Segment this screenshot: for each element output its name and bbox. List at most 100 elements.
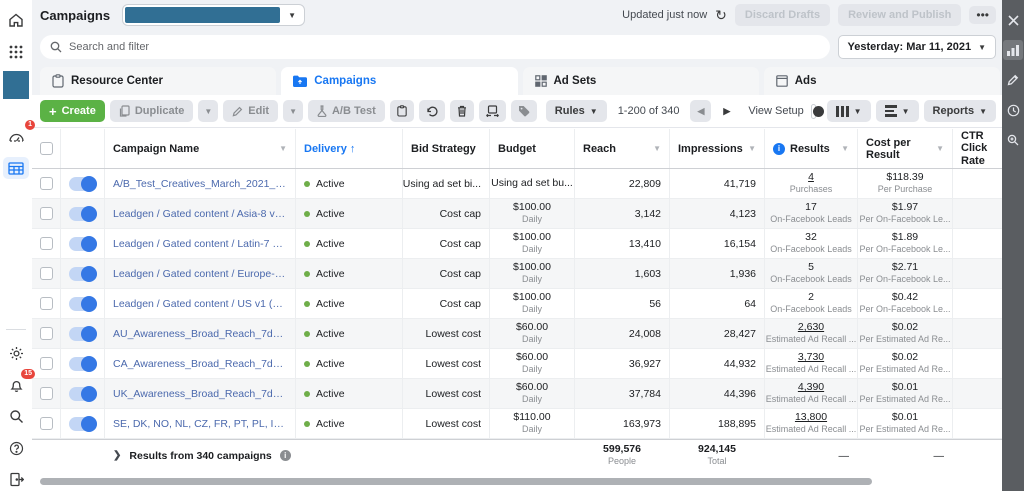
- zoom-search-icon[interactable]: [1003, 130, 1023, 150]
- edit-pencil-icon[interactable]: [1003, 70, 1023, 90]
- view-setup-toggle[interactable]: [810, 103, 824, 119]
- results-value[interactable]: 4,390: [798, 381, 824, 394]
- campaign-toggle[interactable]: [69, 325, 97, 342]
- reach-cell: 163,973: [574, 409, 669, 438]
- tab-ads[interactable]: Ads: [763, 67, 1000, 95]
- account-avatar[interactable]: [3, 71, 29, 100]
- delivery-cell: Active: [295, 289, 402, 318]
- home-icon[interactable]: [3, 9, 29, 32]
- campaign-name-link[interactable]: SE, DK, NO, NL, CZ, FR, PT, PL, IT_Aware…: [113, 418, 287, 430]
- campaign-name-link[interactable]: A/B_Test_Creatives_March_2021_US_Broad_.…: [113, 178, 287, 190]
- help-icon[interactable]: [3, 437, 29, 460]
- tab-ad-sets[interactable]: Ad Sets: [522, 67, 759, 95]
- col-results[interactable]: i Results ▼: [764, 129, 857, 168]
- row-checkbox[interactable]: [39, 327, 53, 340]
- apps-grid-icon[interactable]: [3, 41, 29, 64]
- create-button[interactable]: + Create: [40, 100, 105, 122]
- prev-page-button[interactable]: ◀: [690, 100, 712, 122]
- row-checkbox[interactable]: [39, 177, 53, 190]
- bid-strategy-cell: Cost cap: [402, 229, 489, 258]
- discard-drafts-button[interactable]: Discard Drafts: [734, 4, 831, 26]
- export-button[interactable]: [478, 100, 506, 122]
- next-page-button[interactable]: ▶: [716, 100, 738, 122]
- campaign-toggle[interactable]: [69, 355, 97, 372]
- rules-button[interactable]: Rules ▼: [545, 100, 607, 122]
- clipboard-button[interactable]: [389, 100, 414, 122]
- campaign-toggle[interactable]: [69, 295, 97, 312]
- date-range-picker[interactable]: Yesterday: Mar 11, 2021 ▼: [837, 35, 996, 59]
- ads-reporting-gauge-icon[interactable]: 1: [3, 120, 35, 148]
- ab-test-button[interactable]: A/B Test: [307, 100, 385, 122]
- row-checkbox[interactable]: [39, 237, 53, 250]
- horizontal-scrollbar-thumb[interactable]: [40, 478, 872, 485]
- campaign-name-link[interactable]: Leadgen / Gated content / Asia-8 v1 (AL): [113, 208, 287, 220]
- results-value[interactable]: 2,630: [798, 321, 824, 334]
- duplicate-menu-button[interactable]: ▼: [198, 100, 219, 122]
- active-status-dot: [304, 300, 310, 307]
- campaign-name-link[interactable]: UK_Awareness_Broad_Reach_7days: [113, 388, 287, 400]
- history-clock-icon[interactable]: [1003, 100, 1023, 120]
- logout-door-icon[interactable]: [3, 468, 29, 491]
- row-checkbox[interactable]: [39, 357, 53, 370]
- row-checkbox[interactable]: [39, 267, 53, 280]
- reach-cell: 1,603: [574, 259, 669, 288]
- row-checkbox[interactable]: [39, 417, 53, 430]
- tab-campaigns[interactable]: Campaigns: [281, 67, 518, 95]
- campaign-toggle[interactable]: [69, 175, 97, 192]
- delivery-cell: Active: [295, 319, 402, 348]
- undo-button[interactable]: [418, 100, 445, 122]
- search-rail-icon[interactable]: [3, 405, 29, 428]
- campaign-toggle[interactable]: [69, 385, 97, 402]
- col-impressions[interactable]: Impressions ▼: [669, 129, 764, 168]
- results-value[interactable]: 13,800: [795, 411, 827, 424]
- tag-button[interactable]: [510, 100, 537, 122]
- results-summary[interactable]: ❯ Results from 340 campaigns i: [104, 440, 402, 471]
- campaign-name-link[interactable]: AU_Awareness_Broad_Reach_7days: [113, 328, 287, 340]
- reports-button[interactable]: Reports ▼: [923, 100, 996, 122]
- close-icon[interactable]: [1003, 10, 1023, 30]
- campaign-toggle[interactable]: [69, 415, 97, 432]
- performance-chart-icon[interactable]: [1003, 40, 1023, 60]
- search-bar[interactable]: [40, 35, 830, 59]
- breakdown-button[interactable]: ▼: [875, 100, 919, 122]
- campaign-name-link[interactable]: Leadgen / Gated content / US v1 (AL): [113, 298, 287, 310]
- campaign-toggle[interactable]: [69, 205, 97, 222]
- campaign-toggle[interactable]: [69, 265, 97, 282]
- duplicate-button[interactable]: Duplicate: [109, 100, 194, 122]
- delivery-cell: Active: [295, 409, 402, 438]
- col-ctr[interactable]: CTR Click Rate: [952, 129, 1002, 168]
- notifications-bell-icon[interactable]: 15: [3, 368, 35, 397]
- campaign-name-link[interactable]: Leadgen / Gated content / Latin-7 v1 (AL…: [113, 238, 287, 250]
- results-value[interactable]: 4: [808, 171, 814, 184]
- row-checkbox[interactable]: [39, 297, 53, 310]
- ads-manager-table-icon[interactable]: [3, 156, 29, 180]
- row-checkbox[interactable]: [39, 207, 53, 220]
- delete-button[interactable]: [449, 100, 474, 122]
- refresh-icon[interactable]: ↻: [715, 8, 727, 22]
- date-range-label: Yesterday: Mar 11, 2021: [847, 41, 972, 53]
- col-budget[interactable]: Budget: [489, 129, 574, 168]
- col-reach[interactable]: Reach ▼: [574, 129, 669, 168]
- reach-cell: 56: [574, 289, 669, 318]
- col-campaign-name[interactable]: Campaign Name ▼: [104, 129, 295, 168]
- campaign-name-link[interactable]: CA_Awareness_Broad_Reach_7days: [113, 358, 287, 370]
- edit-menu-button[interactable]: ▼: [283, 100, 303, 122]
- campaign-name-link[interactable]: Leadgen / Gated content / Europe-25 v1 (…: [113, 268, 287, 280]
- review-publish-button[interactable]: Review and Publish: [838, 4, 962, 26]
- more-options-button[interactable]: •••: [969, 6, 996, 24]
- search-icon: [50, 41, 62, 53]
- account-selector[interactable]: ▼: [122, 4, 305, 26]
- col-cost-per-result[interactable]: Cost per Result ▼: [857, 129, 952, 168]
- campaign-toggle[interactable]: [69, 235, 97, 252]
- search-input[interactable]: [69, 41, 820, 53]
- columns-button[interactable]: ▼: [826, 100, 871, 122]
- select-all-checkbox[interactable]: [39, 142, 53, 155]
- col-delivery[interactable]: Delivery ↑: [295, 129, 402, 168]
- tab-resource-center[interactable]: Resource Center: [40, 67, 277, 95]
- settings-gear-icon[interactable]: [3, 342, 29, 365]
- active-status-dot: [304, 270, 310, 277]
- row-checkbox[interactable]: [39, 387, 53, 400]
- edit-button[interactable]: Edit: [223, 100, 279, 122]
- results-value[interactable]: 3,730: [798, 351, 824, 364]
- col-bid-strategy[interactable]: Bid Strategy: [402, 129, 489, 168]
